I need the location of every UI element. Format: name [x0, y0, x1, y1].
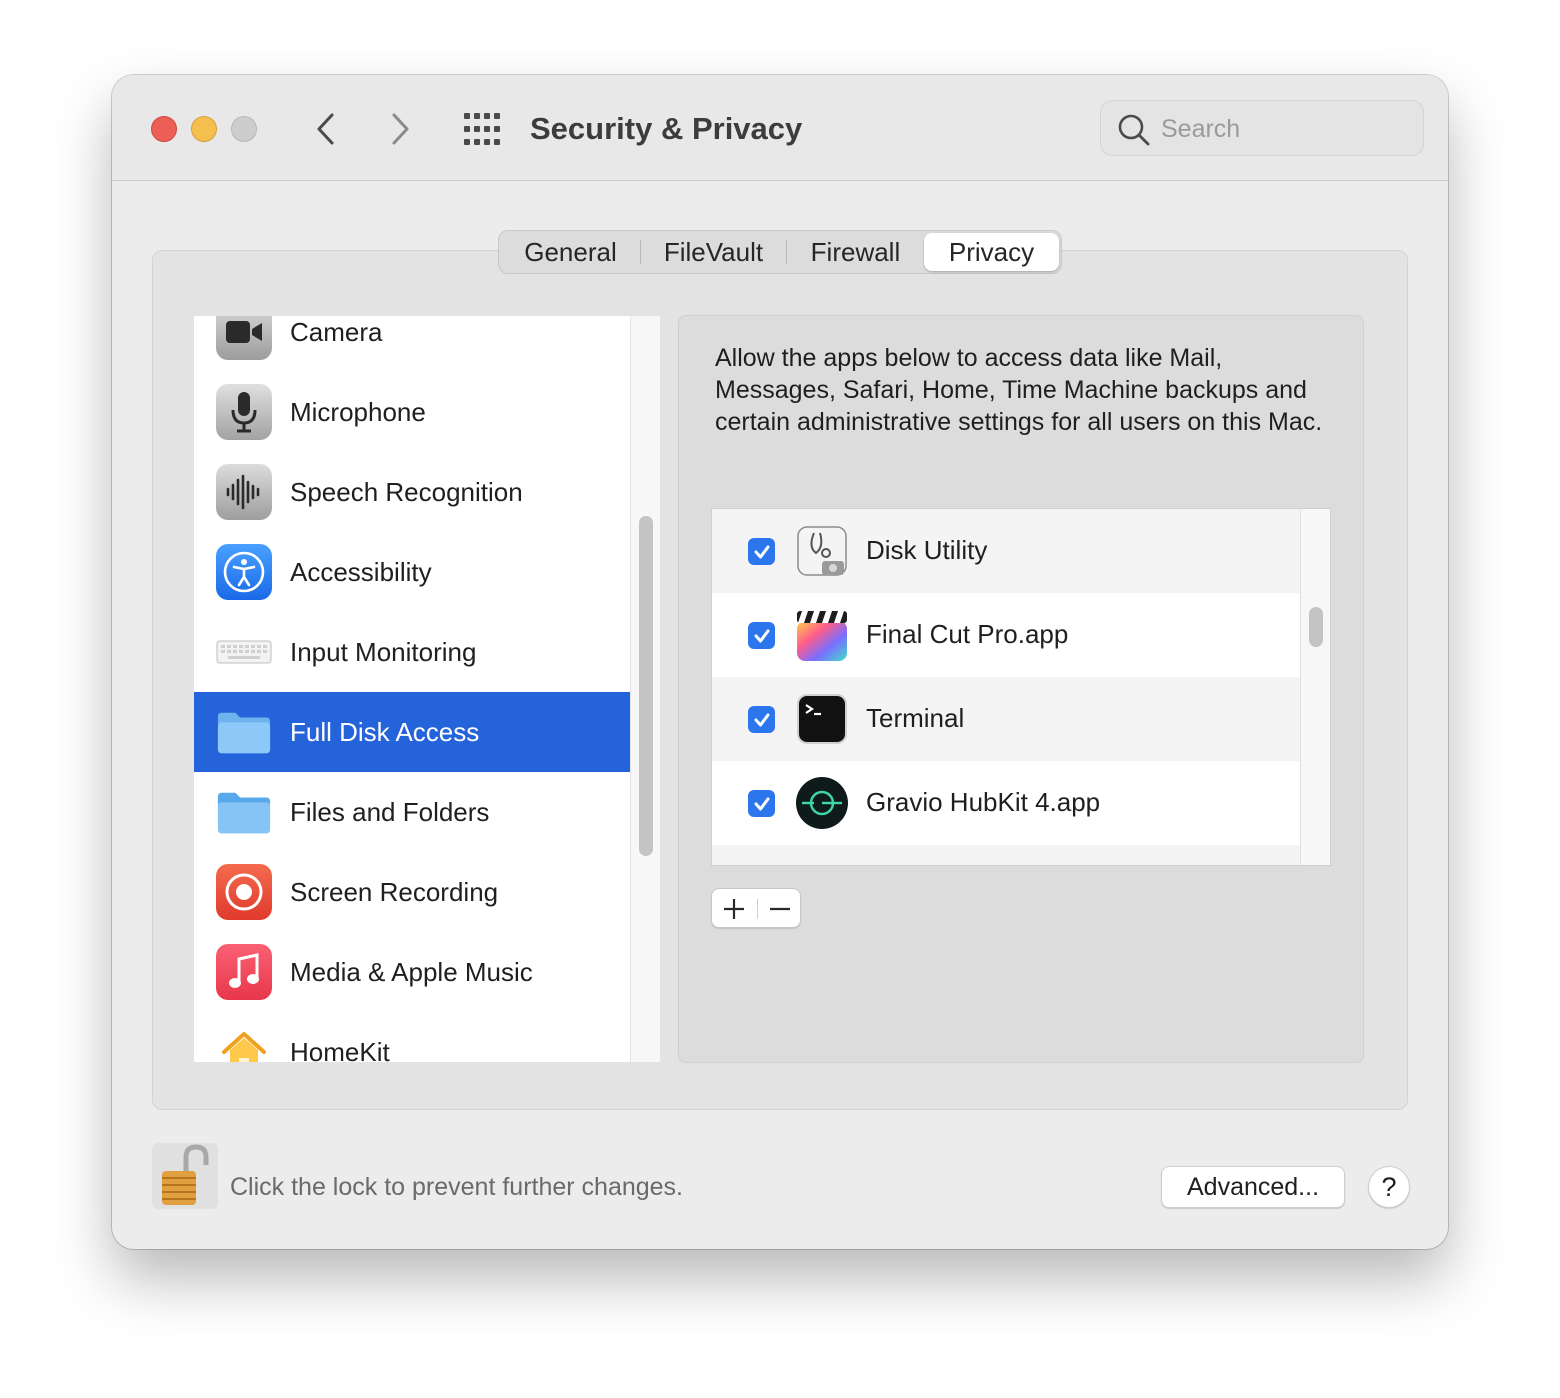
- help-button[interactable]: ?: [1368, 1166, 1410, 1208]
- checkmark-icon: [754, 629, 769, 642]
- privacy-category-list: Camera Microphone Speech Recognition Acc…: [194, 316, 660, 1062]
- zoom-button[interactable]: [231, 116, 257, 142]
- sidebar-item-files-and-folders[interactable]: Files and Folders: [194, 772, 630, 852]
- sidebar-item-label: Screen Recording: [290, 876, 499, 907]
- sidebar-item-camera[interactable]: Camera: [194, 316, 630, 372]
- advanced-button[interactable]: Advanced...: [1161, 1166, 1345, 1208]
- sidebar-item-label: Camera: [290, 316, 383, 347]
- list-item[interactable]: Terminal: [712, 677, 1300, 761]
- category-list-scrollbar[interactable]: [630, 316, 660, 1062]
- list-item[interactable]: Final Cut Pro.app: [712, 593, 1300, 677]
- search-field[interactable]: [1100, 100, 1424, 156]
- checkmark-icon: [754, 797, 769, 810]
- add-remove-control: [711, 888, 801, 928]
- sidebar-item-screen-recording[interactable]: Screen Recording: [194, 852, 630, 932]
- app-label: Gravio HubKit 4.app: [866, 787, 1101, 817]
- checkmark-icon: [754, 545, 769, 558]
- window-title: Security & Privacy: [530, 111, 803, 146]
- back-button[interactable]: [304, 107, 348, 151]
- keyboard-icon: [216, 624, 272, 680]
- list-item[interactable]: [712, 845, 1300, 865]
- close-button[interactable]: [151, 116, 177, 142]
- app-checkbox[interactable]: [748, 790, 775, 817]
- sidebar-item-media-apple-music[interactable]: Media & Apple Music: [194, 932, 630, 1012]
- full-disk-access-panel: Allow the apps below to access data like…: [678, 315, 1364, 1063]
- plus-icon: [724, 899, 744, 919]
- sidebar-item-label: Accessibility: [290, 556, 432, 587]
- chevron-left-icon: [317, 113, 334, 145]
- sidebar-item-label: HomeKit: [290, 1036, 390, 1063]
- app-checkbox[interactable]: [748, 622, 775, 649]
- camera-icon: [216, 316, 272, 360]
- tab-firewall[interactable]: Firewall: [787, 233, 924, 271]
- scrollbar-thumb[interactable]: [639, 516, 653, 856]
- final-cut-pro-icon: [794, 607, 850, 663]
- scrollbar-thumb[interactable]: [1309, 607, 1323, 647]
- app-checkbox[interactable]: [748, 538, 775, 565]
- grid-icon: [464, 113, 500, 145]
- folder-icon: [216, 704, 272, 760]
- microphone-icon: [216, 384, 272, 440]
- tab-filevault[interactable]: FileVault: [641, 233, 786, 271]
- sidebar-item-label: Microphone: [290, 396, 426, 427]
- sidebar-item-label: Full Disk Access: [290, 716, 480, 747]
- home-icon: [216, 1024, 272, 1062]
- lock-button[interactable]: [152, 1143, 218, 1209]
- tab-general[interactable]: General: [501, 233, 640, 271]
- checkmark-icon: [754, 713, 769, 726]
- access-description: Allow the apps below to access data like…: [715, 344, 1323, 436]
- show-all-button[interactable]: [462, 111, 502, 147]
- accessibility-icon: [216, 544, 272, 600]
- sidebar-item-accessibility[interactable]: Accessibility: [194, 532, 630, 612]
- app-checkbox[interactable]: [748, 706, 775, 733]
- gravio-icon: [794, 775, 850, 831]
- list-item[interactable]: Disk Utility: [712, 509, 1300, 593]
- folder-icon: [216, 784, 272, 840]
- minimize-button[interactable]: [191, 116, 217, 142]
- title-bar: Security & Privacy: [112, 75, 1448, 181]
- app-label: Terminal: [866, 703, 965, 733]
- disk-utility-icon: [794, 523, 850, 579]
- screen-recording-icon: [216, 864, 272, 920]
- sidebar-item-label: Speech Recognition: [290, 476, 523, 507]
- sidebar-item-label: Media & Apple Music: [290, 956, 533, 987]
- unlocked-padlock-icon: [162, 1144, 209, 1205]
- sidebar-item-homekit[interactable]: HomeKit: [194, 1012, 630, 1062]
- sidebar-item-label: Input Monitoring: [290, 636, 477, 667]
- waveform-icon: [216, 464, 272, 520]
- app-list-scrollbar[interactable]: [1300, 509, 1330, 865]
- forward-button[interactable]: [378, 107, 422, 151]
- terminal-icon: [794, 691, 850, 747]
- app-label: Final Cut Pro.app: [866, 619, 1069, 649]
- app-list: Disk Utility Final Cut Pro.app Terminal: [711, 508, 1331, 866]
- sidebar-item-microphone[interactable]: Microphone: [194, 372, 630, 452]
- sidebar-item-label: Files and Folders: [290, 796, 490, 827]
- sidebar-item-input-monitoring[interactable]: Input Monitoring: [194, 612, 630, 692]
- tab-bar: General FileVault Firewall Privacy: [498, 230, 1062, 274]
- search-input[interactable]: [1161, 111, 1411, 147]
- music-note-icon: [216, 944, 272, 1000]
- sidebar-item-full-disk-access[interactable]: Full Disk Access: [194, 692, 630, 772]
- remove-app-button[interactable]: [758, 889, 802, 929]
- add-app-button[interactable]: [712, 889, 756, 929]
- minus-icon: [770, 907, 790, 911]
- tab-privacy[interactable]: Privacy: [923, 233, 1059, 271]
- app-label: Disk Utility: [866, 535, 988, 565]
- lock-status-text: Click the lock to prevent further change…: [230, 1173, 684, 1201]
- list-item[interactable]: Gravio HubKit 4.app: [712, 761, 1300, 845]
- chevron-right-icon: [392, 113, 409, 145]
- sidebar-item-speech-recognition[interactable]: Speech Recognition: [194, 452, 630, 532]
- search-icon: [1118, 114, 1150, 146]
- preferences-window: Security & Privacy General FileVault Fir…: [112, 75, 1448, 1249]
